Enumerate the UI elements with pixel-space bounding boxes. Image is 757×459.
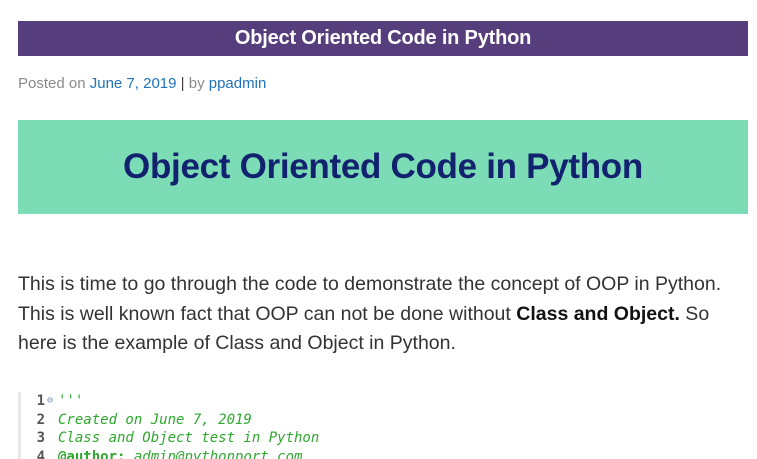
line-number: 3 [36,430,45,446]
hero-heading: Object Oriented Code in Python [123,147,643,186]
intro-paragraph: This is time to go through the code to d… [18,270,753,359]
code-block: 1 ⊖ ''' 2 Created on June 7, 2019 3 Clas… [18,392,751,459]
intro-bold-text: Class and Object. [516,302,680,325]
line-number: 2 [36,411,45,428]
post-meta: Posted on June 7, 2019 | by ppadmin [18,75,266,92]
post-date-link[interactable]: June 7, 2019 [90,75,177,92]
code-text: Created on June 7, 2019 [58,411,252,428]
fold-icon[interactable]: ⊖ [45,392,55,411]
code-line: 3 Class and Object test in Python [21,429,751,448]
code-text: admin@pythonport.com [125,448,303,459]
author-link[interactable]: ppadmin [209,75,267,92]
code-text: ''' [58,393,84,409]
code-line: 2 Created on June 7, 2019 [21,411,751,430]
hero-banner: Object Oriented Code in Python [18,120,748,214]
code-tag: @author: [58,448,126,459]
meta-separator: | [180,75,185,92]
code-line: 1 ⊖ ''' [21,392,751,411]
code-line: 4 @author: admin@pythonport.com [21,448,751,459]
code-text: Class and Object test in Python [58,430,320,446]
line-number: 1 [36,393,45,409]
by-label: by [188,75,205,92]
posted-on-label: Posted on [18,75,86,92]
post-title-bar: Object Oriented Code in Python [18,21,748,56]
line-number: 4 [36,448,45,459]
post-title[interactable]: Object Oriented Code in Python [235,27,531,50]
